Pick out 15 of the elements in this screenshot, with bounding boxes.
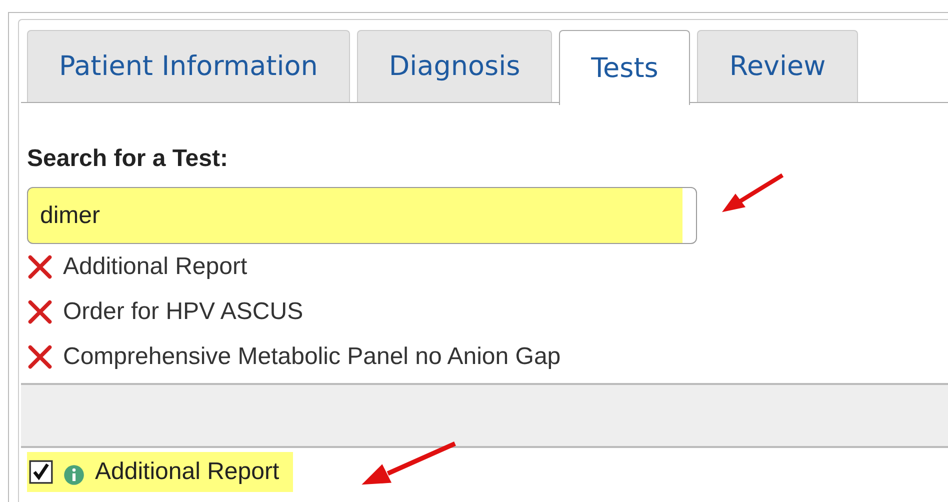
test-name: Additional Report xyxy=(63,252,248,280)
tab[interactable]: Tests xyxy=(559,30,690,105)
tab[interactable]: Patient Information xyxy=(27,30,350,102)
search-label: Search for a Test: xyxy=(27,145,229,173)
remove-icon[interactable] xyxy=(27,298,53,324)
test-name: Additional Report xyxy=(95,458,280,486)
checkbox[interactable] xyxy=(29,460,53,484)
test-name: Comprehensive Metabolic Panel no Anion Gap xyxy=(63,342,561,370)
test-name: Order for HPV ASCUS xyxy=(63,298,304,326)
info-icon[interactable] xyxy=(63,464,85,486)
search-field[interactable]: dimer xyxy=(27,187,697,244)
tab[interactable]: Diagnosis xyxy=(356,30,552,102)
remove-icon[interactable] xyxy=(27,254,53,280)
remove-icon[interactable] xyxy=(27,344,53,370)
tab[interactable]: Review xyxy=(697,30,858,102)
